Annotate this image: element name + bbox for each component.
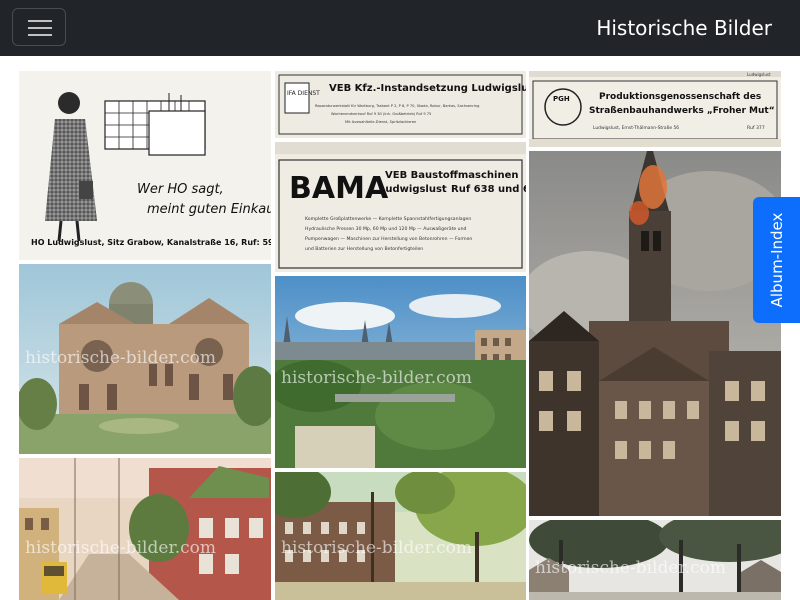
svg-text:Ludwigslust: Ludwigslust [747, 72, 771, 77]
svg-text:Hydraulische Pressen 30 Mp, 60: Hydraulische Pressen 30 Mp, 60 Mp und 12… [305, 226, 467, 232]
svg-text:Ruf 377: Ruf 377 [747, 125, 765, 131]
svg-text:Ruf 638 und 639: Ruf 638 und 639 [451, 184, 526, 195]
kfz-ad-scan: IFA DIENST VEB Kfz.-Instandsetzung Ludwi… [275, 71, 526, 138]
hamburger-menu-icon [28, 20, 52, 22]
burning-church-photo [529, 151, 781, 516]
svg-text:Mit Auswahlteile-Dienst, Sprit: Mit Auswahlteile-Dienst, Spritzlackieren [345, 120, 416, 124]
svg-text:Pumpenwagen — Maschinen zur He: Pumpenwagen — Maschinen zur Herstellung … [305, 236, 472, 242]
svg-text:Komplette Großplattenwerke — K: Komplette Großplattenwerke — Komplette S… [305, 216, 471, 222]
svg-text:IFA DIENST: IFA DIENST [287, 90, 320, 97]
gallery-image-tree-street[interactable]: historische-bilder.com [275, 472, 526, 600]
svg-text:Wochenendverkauf Ruf 9 30 (Inh: Wochenendverkauf Ruf 9 30 (Inh. Großbetr… [331, 112, 431, 116]
synagogue-photo [19, 264, 271, 454]
svg-text:VEB Baustoffmaschinen: VEB Baustoffmaschinen [385, 170, 518, 181]
svg-text:meint guten Einkauf: meint guten Einkauf [147, 202, 271, 217]
street-tram-photo [19, 458, 271, 600]
gallery-image-trees-houses[interactable]: historische-bilder.com [529, 520, 781, 600]
svg-text:PGH: PGH [553, 95, 570, 103]
svg-text:Ludwigslust, Ernst-Thälmann-St: Ludwigslust, Ernst-Thälmann-Straße 56 [593, 125, 679, 131]
svg-text:Reparaturwerkstatt für Wartbur: Reparaturwerkstatt für Wartburg, Trabant… [315, 104, 479, 108]
gallery-image-street-tram[interactable]: historische-bilder.com [19, 458, 271, 600]
svg-text:und Batterien zur Herstellung: und Batterien zur Herstellung von Betonf… [305, 246, 423, 252]
svg-text:Wer HO sagt,: Wer HO sagt, [137, 182, 224, 197]
gallery-image-ho-ad[interactable]: Wer HO sagt, meint guten Einkauf HO Ludw… [19, 71, 271, 260]
svg-text:BAMA: BAMA [289, 171, 389, 206]
hamburger-menu-icon [28, 27, 52, 29]
svg-text:VEB Kfz.-Instandsetzung Ludwig: VEB Kfz.-Instandsetzung Ludwigslust [329, 83, 526, 94]
svg-text:Ludwigslust: Ludwigslust [379, 184, 447, 195]
gallery-image-pgh-ad[interactable]: Ludwigslust PGH Produktionsgenossenschaf… [529, 71, 781, 147]
svg-text:Produktionsgenossenschaft des: Produktionsgenossenschaft des [599, 92, 761, 102]
ho-ad-illustration: Wer HO sagt, meint guten Einkauf HO Ludw… [19, 71, 271, 260]
gallery-image-burning-church[interactable] [529, 151, 781, 516]
gallery-image-city-view[interactable]: historische-bilder.com [275, 276, 526, 468]
city-view-photo [275, 276, 526, 468]
svg-text:Straßenbauhandwerks „Froher Mu: Straßenbauhandwerks „Froher Mut“ [589, 106, 775, 116]
menu-toggle-button[interactable] [12, 8, 66, 46]
gallery-image-kfz-ad[interactable]: IFA DIENST VEB Kfz.-Instandsetzung Ludwi… [275, 71, 526, 138]
tree-street-photo [275, 472, 526, 600]
pgh-ad-scan: Ludwigslust PGH Produktionsgenossenschaf… [529, 71, 781, 147]
album-index-tab[interactable]: Album-Index [753, 197, 800, 323]
album-index-label: Album-Index [768, 212, 786, 308]
svg-text:HO Ludwigslust, Sitz Grabow, K: HO Ludwigslust, Sitz Grabow, Kanalstraße… [31, 238, 271, 247]
hamburger-menu-icon [28, 34, 52, 36]
gallery-image-bama-ad[interactable]: BAMA VEB Baustoffmaschinen Ludwigslust R… [275, 142, 526, 272]
trees-houses-photo [529, 520, 781, 600]
site-title[interactable]: Historische Bilder [596, 14, 772, 42]
bama-ad-scan: BAMA VEB Baustoffmaschinen Ludwigslust R… [275, 142, 526, 272]
gallery-image-synagogue[interactable]: historische-bilder.com [19, 264, 271, 454]
top-navbar: Historische Bilder [0, 0, 800, 56]
